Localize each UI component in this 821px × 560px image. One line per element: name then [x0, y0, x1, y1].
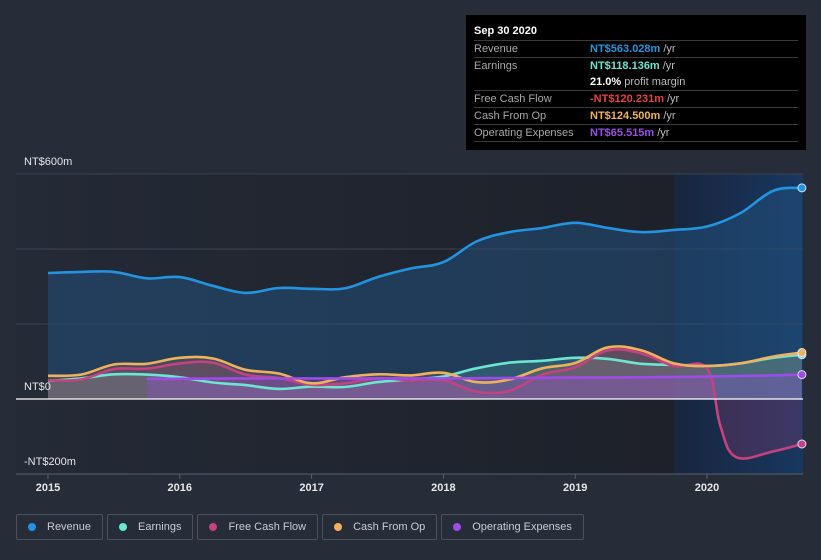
legend-dot-icon — [334, 523, 343, 531]
legend-label: Operating Expenses — [472, 521, 572, 533]
tooltip-row-value: NT$563.028m — [590, 43, 661, 55]
x-tick-label: 2017 — [299, 482, 323, 494]
y-tick-label: NT$0 — [24, 381, 51, 393]
legend-dot-icon — [453, 523, 462, 531]
tooltip-row-unit: /yr — [667, 93, 680, 105]
legend-dot-icon — [209, 523, 218, 531]
tooltip-row-label — [474, 74, 590, 90]
legend-item-earnings[interactable]: Earnings — [107, 514, 194, 540]
tooltip-row-unit: /yr — [663, 110, 676, 122]
x-tick-label: 2015 — [36, 482, 60, 494]
legend-label: Cash From Op — [353, 521, 426, 533]
legend-item-cash-from-op[interactable]: Cash From Op — [322, 514, 438, 540]
legend-dot-icon — [119, 523, 128, 531]
tooltip-row-unit: /yr — [662, 60, 675, 72]
tooltip-row-value: NT$124.500m — [590, 110, 661, 122]
legend-label: Earnings — [138, 521, 182, 533]
tooltip-row: Operating Expenses NT$65.515m/yr — [474, 125, 798, 142]
legend-label: Revenue — [47, 521, 92, 533]
tooltip-row-value: NT$118.136m — [590, 60, 660, 72]
legend-item-revenue[interactable]: Revenue — [16, 514, 104, 540]
tooltip-row: Cash From Op NT$124.500m/yr — [474, 108, 798, 125]
tooltip-row: Free Cash Flow -NT$120.231m/yr — [474, 91, 798, 108]
tooltip-row: Revenue NT$563.028m/yr — [474, 41, 798, 58]
x-tick-label: 2016 — [168, 482, 192, 494]
tooltip-row-unit: profit margin — [624, 76, 686, 88]
tooltip-date: Sep 30 2020 — [474, 23, 798, 41]
cash-from-op-endpoint — [797, 348, 807, 357]
legend-label: Free Cash Flow — [228, 521, 307, 533]
tooltip-row: Earnings NT$118.136m/yr — [474, 58, 798, 74]
legend: Revenue Earnings Free Cash Flow Cash From O… — [16, 514, 584, 540]
tooltip-row-unit: /yr — [663, 43, 676, 55]
x-tick-label: 2020 — [695, 482, 719, 494]
y-tick-label: -NT$200m — [24, 456, 76, 468]
x-tick-label: 2019 — [563, 482, 587, 494]
tooltip-row-label: Earnings — [474, 60, 518, 72]
tooltip-row: 21.0% profit margin — [474, 74, 798, 91]
operating-expenses-endpoint — [797, 370, 807, 380]
free-cash-flow-endpoint — [797, 439, 807, 449]
tooltip-row-unit: /yr — [657, 127, 670, 139]
legend-dot-icon — [28, 523, 36, 531]
tooltip-row-label: Cash From Op — [474, 110, 547, 122]
tooltip: Sep 30 2020 Revenue NT$563.028m/yr Earning… — [466, 15, 806, 150]
tooltip-row-value: -NT$120.231m — [590, 93, 664, 105]
tooltip-row-label: Operating Expenses — [474, 127, 574, 139]
tooltip-row-value: NT$65.515m — [590, 127, 655, 139]
legend-item-operating-expenses[interactable]: Operating Expenses — [441, 514, 584, 540]
legend-item-free-cash-flow[interactable]: Free Cash Flow — [197, 514, 319, 540]
x-tick-label: 2018 — [431, 482, 455, 494]
tooltip-row-value: 21.0% — [590, 76, 622, 88]
tooltip-row-label: Revenue — [474, 43, 519, 55]
revenue-endpoint — [797, 183, 807, 193]
y-tick-label: NT$600m — [24, 156, 72, 168]
tooltip-row-label: Free Cash Flow — [474, 93, 552, 105]
